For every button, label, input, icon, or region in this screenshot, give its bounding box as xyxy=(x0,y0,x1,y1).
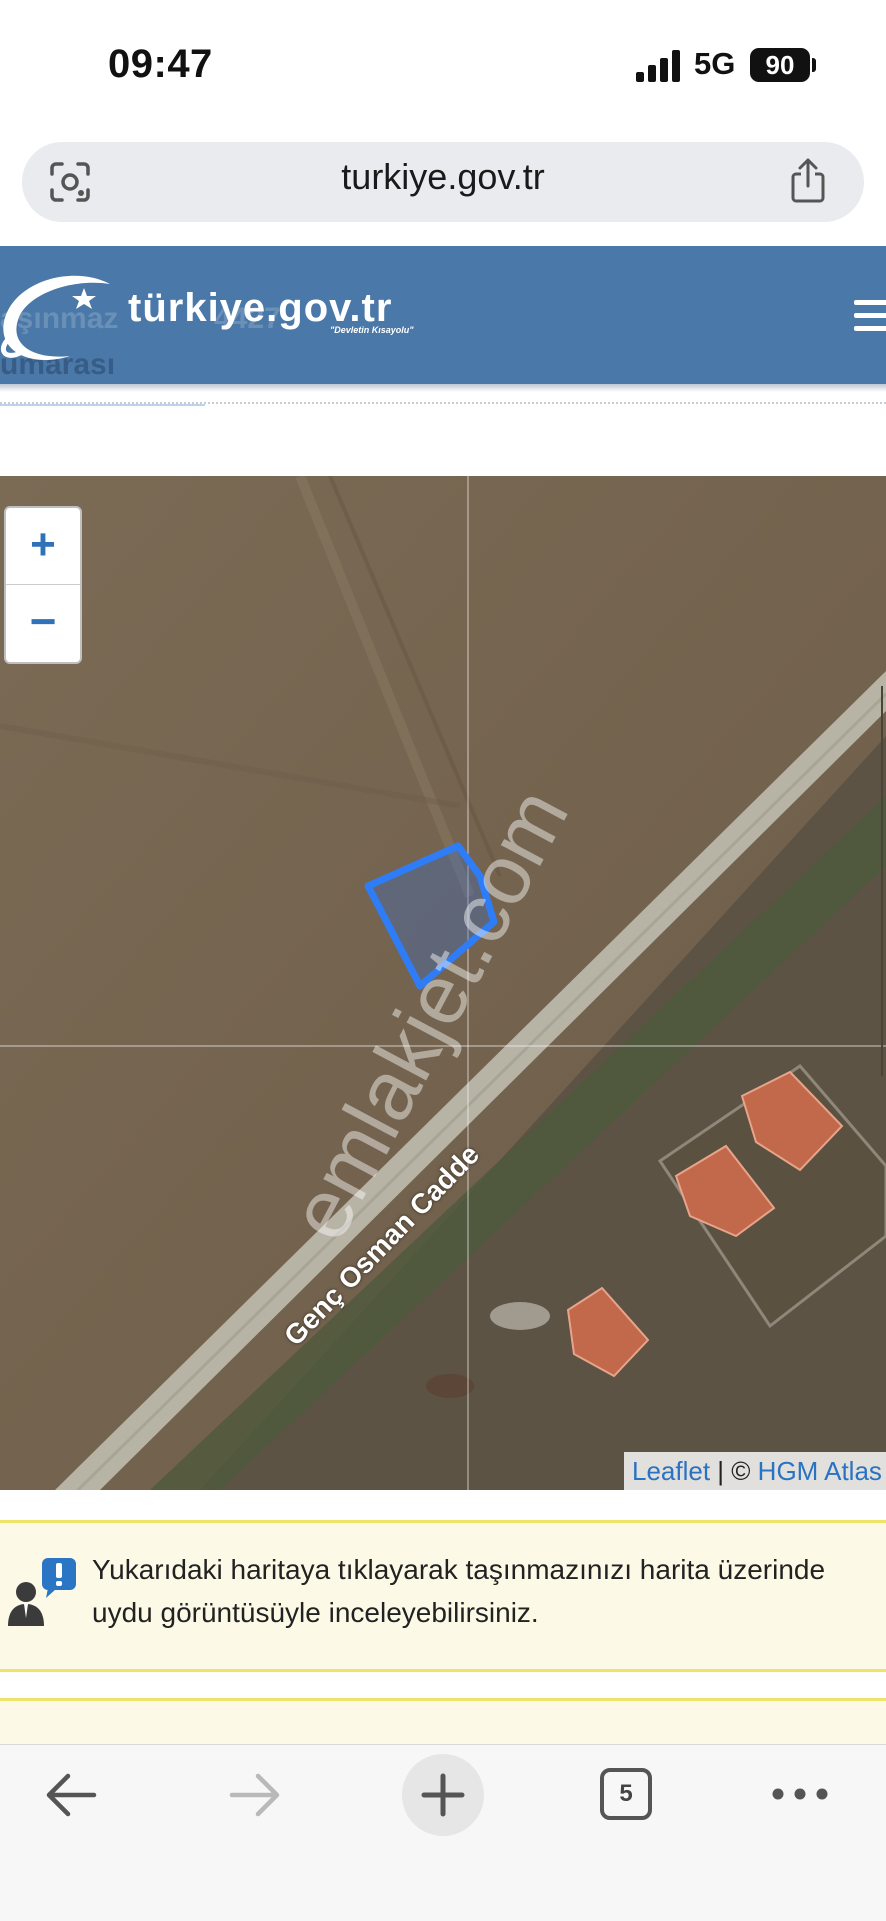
attribution-separator: | © xyxy=(710,1456,758,1486)
status-time: 09:47 xyxy=(108,42,213,86)
logo-tagline: "Devletin Kısayolu" xyxy=(330,325,414,335)
map-attribution: Leaflet | © HGM Atlas xyxy=(624,1452,886,1490)
divider xyxy=(0,404,205,406)
share-icon[interactable] xyxy=(788,158,828,204)
zoom-control: + − xyxy=(4,506,82,664)
new-tab-plus-icon[interactable] xyxy=(402,1754,484,1836)
menu-icon[interactable] xyxy=(854,298,886,334)
info-text: Yukarıdaki haritaya tıklayarak taşınmazı… xyxy=(92,1554,826,1628)
network-type: 5G xyxy=(694,46,736,81)
leaflet-link[interactable]: Leaflet xyxy=(632,1456,710,1486)
url-text[interactable]: turkiye.gov.tr xyxy=(0,156,886,198)
battery-nub xyxy=(812,58,816,72)
battery-indicator: 90 xyxy=(750,48,810,82)
tab-switcher-button[interactable]: 5 xyxy=(600,1768,652,1820)
user-alert-icon xyxy=(8,1558,76,1626)
more-options-icon[interactable] xyxy=(770,1782,830,1806)
site-header: aşınmaz 4427 umarası türkiye.gov.tr "Dev… xyxy=(0,246,886,384)
hgm-atlas-link[interactable]: HGM Atlas xyxy=(758,1456,882,1486)
zoom-in-button[interactable]: + xyxy=(6,508,80,585)
header-shadow xyxy=(0,384,886,392)
signal-icon xyxy=(636,50,680,82)
back-arrow-icon[interactable] xyxy=(44,1770,98,1820)
forward-arrow-icon[interactable] xyxy=(228,1770,282,1820)
zoom-out-button[interactable]: − xyxy=(6,585,80,662)
turkiye-logo-icon[interactable] xyxy=(0,264,132,374)
